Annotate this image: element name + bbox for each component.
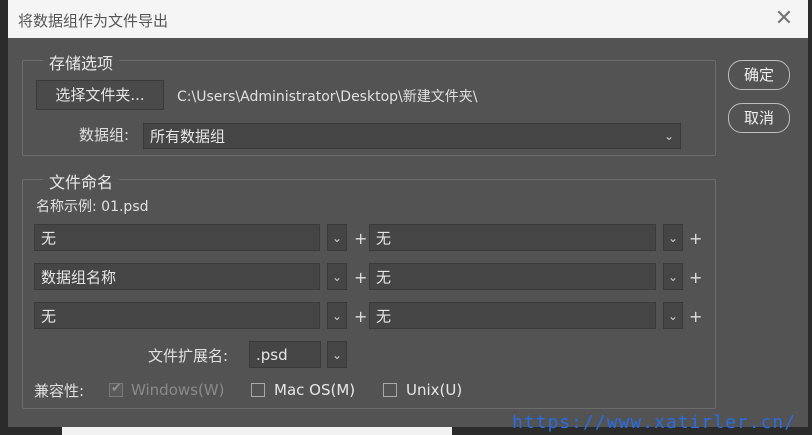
title-bar: 将数据组作为文件导出 ✕ [8,0,808,38]
naming-field-1-right[interactable]: 无 [369,224,656,251]
check-icon: ✔ [111,381,122,396]
watermark-text: https://www.xatirler.cn/ [512,412,797,433]
plus-sign: + [689,229,703,248]
naming-dropdown-1-left[interactable]: ⌄ [327,224,347,251]
dialog-title: 将数据组作为文件导出 [18,12,169,30]
chevron-down-icon: ⌄ [331,347,343,362]
naming-field-1-left[interactable]: 无 [34,224,320,251]
dataset-label: 数据组: [79,126,130,144]
naming-field-value: 无 [41,229,57,247]
naming-dropdown-2-right[interactable]: ⌄ [663,263,683,290]
name-example: 名称示例: 01.psd [36,199,149,215]
file-extension-label: 文件扩展名: [148,347,229,365]
naming-dropdown-3-right[interactable]: ⌄ [663,302,683,329]
naming-field-value: 无 [376,307,392,325]
dataset-select[interactable]: 所有数据组 ⌄ [143,123,681,149]
close-icon[interactable]: ✕ [770,6,798,32]
unix-label: Unix(U) [406,381,463,399]
file-naming-group: 文件命名 名称示例: 01.psd 无 ⌄ + 无 ⌄ + 数据组名称 ⌄ + … [22,169,716,409]
chevron-down-icon: ⌄ [331,230,343,245]
background-document-strip [62,427,452,435]
naming-dropdown-3-left[interactable]: ⌄ [327,302,347,329]
storage-options-title: 存储选项 [43,50,120,74]
naming-dropdown-1-right[interactable]: ⌄ [663,224,683,251]
export-dialog: 将数据组作为文件导出 ✕ 存储选项 选择文件夹... C:\Users\Admi… [8,0,808,427]
plus-sign: + [354,229,368,248]
naming-field-value: 无 [376,268,392,286]
cancel-button[interactable]: 取消 [728,103,790,133]
choose-folder-button[interactable]: 选择文件夹... [36,80,164,110]
plus-sign: + [689,307,703,326]
chevron-down-icon: ⌄ [667,308,679,323]
storage-options-group: 存储选项 选择文件夹... C:\Users\Administrator\Des… [22,50,716,156]
dataset-value: 所有数据组 [150,127,226,146]
chevron-down-icon: ⌄ [667,269,679,284]
chevron-down-icon: ⌄ [331,269,343,284]
naming-field-value: 数据组名称 [41,268,117,286]
naming-field-3-left[interactable]: 无 [34,302,320,329]
macos-label: Mac OS(M) [274,381,356,399]
file-naming-title: 文件命名 [43,169,120,193]
chevron-down-icon: ⌄ [331,308,343,323]
windows-label: Windows(W) [131,381,225,399]
file-extension-value: .psd [256,345,288,364]
naming-field-3-right[interactable]: 无 [369,302,656,329]
file-extension-dropdown[interactable]: ⌄ [327,341,347,368]
chevron-down-icon: ⌄ [663,129,674,143]
windows-checkbox[interactable]: ✔ [109,381,123,397]
naming-field-2-left[interactable]: 数据组名称 [34,263,320,290]
ok-button[interactable]: 确定 [728,60,790,90]
naming-field-value: 无 [376,229,392,247]
unix-checkbox[interactable] [383,383,397,397]
naming-dropdown-2-left[interactable]: ⌄ [327,263,347,290]
folder-path: C:\Users\Administrator\Desktop\新建文件夹\ [177,89,478,105]
compatibility-label: 兼容性: [34,382,85,400]
naming-field-value: 无 [41,307,57,325]
file-extension-field[interactable]: .psd [249,341,321,368]
plus-sign: + [354,307,368,326]
plus-sign: + [354,268,368,287]
macos-checkbox[interactable] [251,383,265,397]
chevron-down-icon: ⌄ [667,230,679,245]
naming-field-2-right[interactable]: 无 [369,263,656,290]
plus-sign: + [689,268,703,287]
